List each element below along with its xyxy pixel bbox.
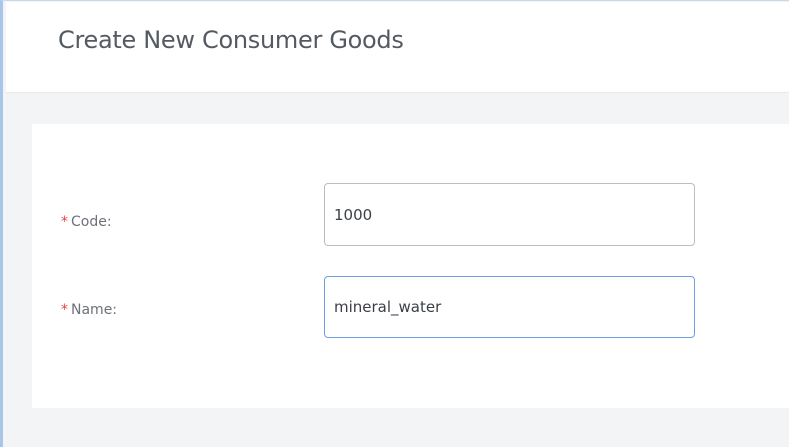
name-input[interactable] <box>324 276 695 338</box>
page-title: Create New Consumer Goods <box>58 26 404 54</box>
code-input[interactable] <box>324 183 695 246</box>
name-label: * Name: <box>61 302 117 318</box>
required-asterisk: * <box>61 214 68 230</box>
name-label-text: Name: <box>71 302 118 318</box>
page-header: Create New Consumer Goods <box>6 2 789 93</box>
code-label: * Code: <box>61 214 112 230</box>
required-asterisk: * <box>61 302 68 318</box>
code-label-text: Code: <box>71 214 112 230</box>
app-frame: Create New Consumer Goods *Code: *Name: <box>0 0 789 447</box>
consumer-goods-form: *Code: *Name: <box>32 124 789 408</box>
